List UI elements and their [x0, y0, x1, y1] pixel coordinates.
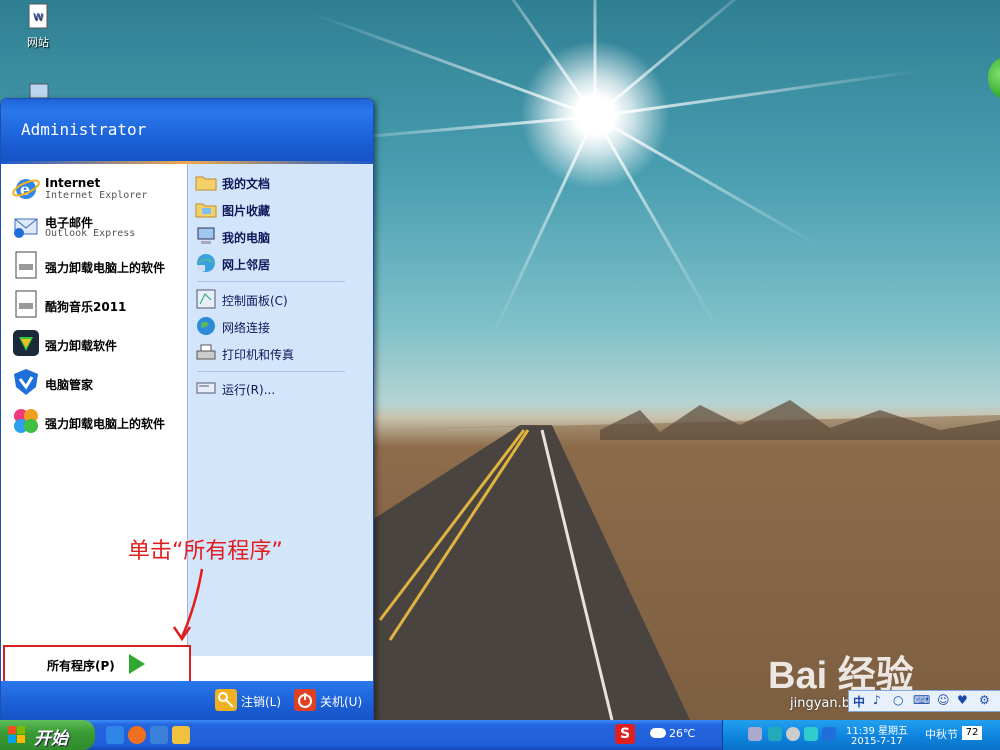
annotation-text: 单击“所有程序” [128, 539, 283, 564]
ime-key[interactable]: ☺ [937, 693, 950, 707]
system-network-connections[interactable]: 网络连接 [195, 315, 365, 339]
outlook-icon [14, 218, 38, 238]
network-globe-icon [197, 317, 215, 335]
ie-icon: e [12, 179, 40, 199]
logoff-label: 注销(L) [241, 695, 282, 709]
user-name: Administrator [21, 120, 147, 139]
ime-toolbar: 中 ♪ ○ ⌨ ☺ ♥ ⚙ [848, 690, 1000, 712]
windows-logo-icon [8, 726, 25, 743]
recent-program-label: 电脑管家 [45, 378, 94, 392]
wrench-icon[interactable]: ⚙ [979, 693, 990, 707]
all-programs-label: 所有程序(P) [47, 659, 115, 673]
clock-date[interactable]: 2015-7-17 [851, 736, 903, 747]
green-arrow-icon [129, 654, 145, 674]
run-item[interactable]: 运行(R)... [195, 377, 365, 401]
document-icon [15, 251, 37, 279]
quicklaunch-desktop-icon[interactable] [150, 726, 168, 744]
menu-separator [197, 371, 345, 372]
control-panel-icon [196, 289, 216, 309]
tray-app-icon[interactable] [786, 727, 800, 741]
place-my-pictures[interactable]: 图片收藏 [195, 198, 365, 222]
pictures-folder-icon [195, 203, 217, 218]
run-label: 运行(R)... [222, 383, 276, 397]
recent-program-item[interactable]: 强力卸载电脑上的软件 [9, 248, 187, 284]
power-icon [294, 689, 316, 711]
ime-key[interactable]: ○ [893, 693, 903, 707]
festival-countdown: 72 [962, 726, 982, 740]
recent-program-label: 强力卸载软件 [45, 339, 118, 353]
pinned-subtitle: Internet Explorer [45, 190, 148, 201]
ime-key[interactable]: 中 [853, 693, 865, 710]
recent-program-label: 酷狗音乐2011 [45, 300, 127, 314]
key-icon [215, 689, 237, 711]
tray-security-icon[interactable] [822, 727, 836, 741]
desktop-icon-label: 网站 [27, 36, 49, 49]
system-printers[interactable]: 打印机和传真 [195, 342, 365, 366]
annotation-arrow-icon [172, 568, 204, 642]
run-icon [196, 382, 216, 394]
system-label: 打印机和传真 [222, 348, 295, 362]
svg-text:W: W [33, 12, 43, 23]
tray-app-icon[interactable] [748, 727, 762, 741]
recent-program-item[interactable]: 电脑管家 [9, 365, 187, 401]
start-button[interactable]: 开始 [0, 720, 95, 750]
start-label: 开始 [34, 729, 68, 749]
recent-program-item[interactable]: 酷狗音乐2011 [9, 287, 187, 323]
ime-key[interactable]: ♪ [873, 693, 881, 707]
recent-program-item[interactable]: 强力卸载软件 [9, 326, 187, 362]
sogou-input-icon[interactable]: S [615, 724, 635, 744]
tray-app-icon[interactable] [768, 727, 782, 741]
place-label: 我的文档 [222, 177, 271, 191]
place-label: 网上邻居 [222, 258, 271, 272]
place-my-computer[interactable]: 我的电脑 [195, 225, 365, 249]
start-menu-footer: 注销(L) 关机(U) [1, 681, 373, 721]
system-label: 控制面板(C) [222, 294, 288, 308]
ime-key[interactable]: ♥ [957, 693, 968, 707]
quicklaunch-ie-icon[interactable] [106, 726, 124, 744]
shutdown-label: 关机(U) [320, 695, 363, 709]
folder-icon [195, 176, 217, 191]
all-programs-button[interactable]: 所有程序(P) [3, 645, 191, 683]
network-icon [197, 254, 215, 272]
start-menu-header: Administrator [1, 99, 373, 161]
place-network[interactable]: 网上邻居 [195, 252, 365, 276]
desktop-icon-website[interactable]: W 网站 [8, 2, 68, 50]
menu-separator [197, 281, 345, 282]
system-label: 网络连接 [222, 321, 271, 335]
recent-program-item[interactable]: 强力卸载电脑上的软件 [9, 404, 187, 440]
pinned-title: Internet [45, 176, 101, 190]
system-control-panel[interactable]: 控制面板(C) [195, 288, 365, 312]
weather-temp: 26℃ [669, 727, 696, 740]
weather-widget[interactable]: 26℃ [650, 727, 695, 740]
uninstaller-icon [13, 330, 39, 356]
festival-label[interactable]: 中秋节 [925, 726, 958, 742]
tray-shield-icon[interactable] [804, 727, 818, 741]
pinned-internet-explorer[interactable]: e Internet Internet Explorer [9, 171, 187, 207]
html-file-icon: W [28, 3, 48, 29]
recent-program-label: 强力卸载电脑上的软件 [45, 417, 166, 431]
pinned-email[interactable]: 电子邮件 Outlook Express [9, 209, 187, 245]
cloud-icon [650, 728, 666, 738]
recent-program-label: 强力卸载电脑上的软件 [45, 261, 166, 275]
keyboard-icon[interactable]: ⌨ [913, 693, 930, 707]
shield-icon [14, 369, 38, 395]
document-icon [15, 290, 37, 318]
quicklaunch-browser-icon[interactable] [128, 726, 146, 744]
place-label: 我的电脑 [222, 231, 271, 245]
printer-icon [196, 344, 216, 360]
quicklaunch-media-icon[interactable] [172, 726, 190, 744]
clock-time[interactable]: 11:39 星期五 [846, 722, 908, 737]
place-label: 图片收藏 [222, 204, 271, 218]
computer-icon [197, 227, 215, 244]
flower-icon [14, 409, 38, 433]
place-my-documents[interactable]: 我的文档 [195, 171, 365, 195]
pinned-subtitle: Outlook Express [45, 228, 136, 239]
